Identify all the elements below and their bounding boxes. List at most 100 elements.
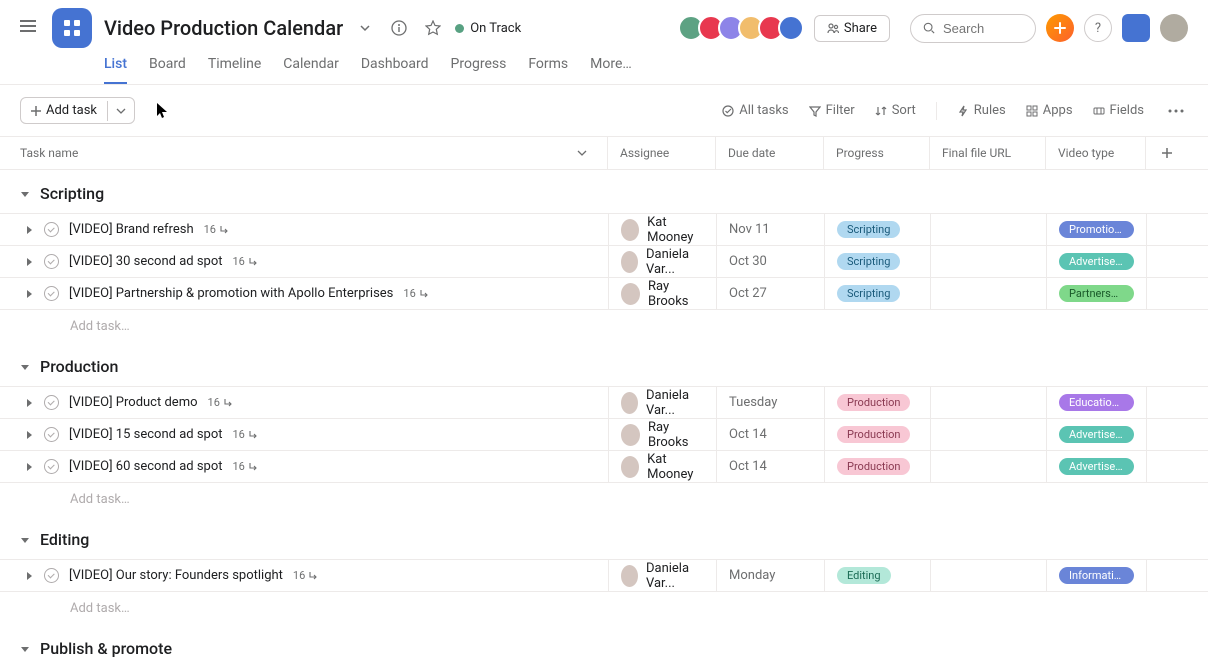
- more-actions-button[interactable]: [1164, 109, 1188, 113]
- tab-board[interactable]: Board: [149, 50, 186, 84]
- sort-button[interactable]: Sort: [875, 103, 916, 118]
- type-cell[interactable]: Advertisem...: [1046, 451, 1146, 482]
- section-title[interactable]: Scripting: [40, 184, 104, 203]
- status-pill[interactable]: On Track: [455, 21, 521, 36]
- assignee-cell[interactable]: Kat Mooney: [608, 451, 716, 482]
- assignee-cell[interactable]: Daniela Var...: [608, 560, 716, 591]
- search-input[interactable]: [943, 21, 1023, 36]
- type-cell[interactable]: Advertisem...: [1046, 246, 1146, 277]
- type-cell[interactable]: Educational: [1046, 387, 1146, 418]
- task-row[interactable]: [VIDEO] 15 second ad spot16 Ray BrooksOc…: [0, 418, 1208, 450]
- project-title[interactable]: Video Production Calendar: [104, 16, 343, 40]
- complete-checkbox[interactable]: [44, 254, 59, 269]
- due-date-cell[interactable]: Oct 30: [716, 246, 824, 277]
- progress-cell[interactable]: Scripting: [824, 278, 930, 309]
- help-button[interactable]: ?: [1084, 14, 1112, 42]
- progress-cell[interactable]: Production: [824, 451, 930, 482]
- section-title[interactable]: Editing: [40, 530, 89, 549]
- file-cell[interactable]: [930, 387, 1046, 418]
- task-row[interactable]: [VIDEO] Brand refresh16 Kat MooneyNov 11…: [0, 213, 1208, 245]
- type-cell[interactable]: Partnership: [1046, 278, 1146, 309]
- filter-button[interactable]: Filter: [809, 103, 855, 118]
- collapse-section-icon[interactable]: [20, 189, 30, 199]
- complete-checkbox[interactable]: [44, 427, 59, 442]
- file-cell[interactable]: [930, 214, 1046, 245]
- add-task-inline[interactable]: Add task…: [0, 309, 1208, 343]
- complete-checkbox[interactable]: [44, 568, 59, 583]
- expand-task-icon[interactable]: [24, 430, 34, 440]
- progress-cell[interactable]: Production: [824, 419, 930, 450]
- add-column-button[interactable]: [1146, 137, 1188, 169]
- member-avatars[interactable]: [684, 15, 804, 41]
- section-title[interactable]: Publish & promote: [40, 639, 172, 658]
- profile-avatar[interactable]: [1160, 14, 1188, 42]
- task-row[interactable]: [VIDEO] Partnership & promotion with Apo…: [0, 277, 1208, 309]
- collapse-section-icon[interactable]: [20, 644, 30, 654]
- task-row[interactable]: [VIDEO] 60 second ad spot16 Kat MooneyOc…: [0, 450, 1208, 482]
- tab-forms[interactable]: Forms: [528, 50, 568, 84]
- expand-task-icon[interactable]: [24, 462, 34, 472]
- search-box[interactable]: [910, 14, 1036, 43]
- type-cell[interactable]: Promotional: [1046, 214, 1146, 245]
- due-date-cell[interactable]: Monday: [716, 560, 824, 591]
- progress-cell[interactable]: Scripting: [824, 214, 930, 245]
- tab-list[interactable]: List: [104, 50, 127, 84]
- column-final-file[interactable]: Final file URL: [930, 137, 1046, 169]
- column-assignee[interactable]: Assignee: [608, 137, 716, 169]
- expand-task-icon[interactable]: [24, 289, 34, 299]
- assignee-cell[interactable]: Ray Brooks: [608, 419, 716, 450]
- tab-more[interactable]: More…: [590, 50, 632, 84]
- apps-button[interactable]: Apps: [1026, 103, 1073, 118]
- assignee-cell[interactable]: Kat Mooney: [608, 214, 716, 245]
- tab-dashboard[interactable]: Dashboard: [361, 50, 429, 84]
- section-title[interactable]: Production: [40, 357, 118, 376]
- type-cell[interactable]: Advertisem...: [1046, 419, 1146, 450]
- expand-task-icon[interactable]: [24, 225, 34, 235]
- add-task-main[interactable]: Add task: [21, 98, 107, 123]
- progress-cell[interactable]: Production: [824, 387, 930, 418]
- task-row[interactable]: [VIDEO] 30 second ad spot16 Daniela Var.…: [0, 245, 1208, 277]
- task-row[interactable]: [VIDEO] Product demo16 Daniela Var...Tue…: [0, 386, 1208, 418]
- complete-checkbox[interactable]: [44, 286, 59, 301]
- file-cell[interactable]: [930, 560, 1046, 591]
- star-icon[interactable]: [421, 16, 445, 40]
- expand-task-icon[interactable]: [24, 398, 34, 408]
- file-cell[interactable]: [930, 246, 1046, 277]
- hamburger-icon[interactable]: [20, 20, 40, 40]
- all-tasks-button[interactable]: All tasks: [722, 103, 788, 118]
- expand-task-icon[interactable]: [24, 571, 34, 581]
- expand-task-icon[interactable]: [24, 257, 34, 267]
- column-due-date[interactable]: Due date: [716, 137, 824, 169]
- due-date-cell[interactable]: Oct 14: [716, 451, 824, 482]
- file-cell[interactable]: [930, 451, 1046, 482]
- share-button[interactable]: Share: [814, 15, 890, 42]
- type-cell[interactable]: Informational: [1046, 560, 1146, 591]
- assignee-cell[interactable]: Daniela Var...: [608, 387, 716, 418]
- file-cell[interactable]: [930, 278, 1046, 309]
- file-cell[interactable]: [930, 419, 1046, 450]
- due-date-cell[interactable]: Oct 14: [716, 419, 824, 450]
- tab-progress[interactable]: Progress: [451, 50, 507, 84]
- upgrade-button[interactable]: [1122, 14, 1150, 42]
- info-icon[interactable]: [387, 16, 411, 40]
- complete-checkbox[interactable]: [44, 459, 59, 474]
- task-row[interactable]: [VIDEO] Our story: Founders spotlight16 …: [0, 559, 1208, 591]
- add-task-dropdown[interactable]: [107, 101, 134, 121]
- add-task-inline[interactable]: Add task…: [0, 591, 1208, 625]
- due-date-cell[interactable]: Tuesday: [716, 387, 824, 418]
- collapse-section-icon[interactable]: [20, 535, 30, 545]
- due-date-cell[interactable]: Nov 11: [716, 214, 824, 245]
- fields-button[interactable]: Fields: [1093, 103, 1144, 118]
- due-date-cell[interactable]: Oct 27: [716, 278, 824, 309]
- progress-cell[interactable]: Editing: [824, 560, 930, 591]
- assignee-cell[interactable]: Daniela Var...: [608, 246, 716, 277]
- column-progress[interactable]: Progress: [824, 137, 930, 169]
- column-task-name[interactable]: Task name: [0, 137, 608, 169]
- add-task-inline[interactable]: Add task…: [0, 482, 1208, 516]
- complete-checkbox[interactable]: [44, 222, 59, 237]
- assignee-cell[interactable]: Ray Brooks: [608, 278, 716, 309]
- tab-timeline[interactable]: Timeline: [208, 50, 261, 84]
- rules-button[interactable]: Rules: [957, 103, 1006, 118]
- column-video-type[interactable]: Video type: [1046, 137, 1146, 169]
- complete-checkbox[interactable]: [44, 395, 59, 410]
